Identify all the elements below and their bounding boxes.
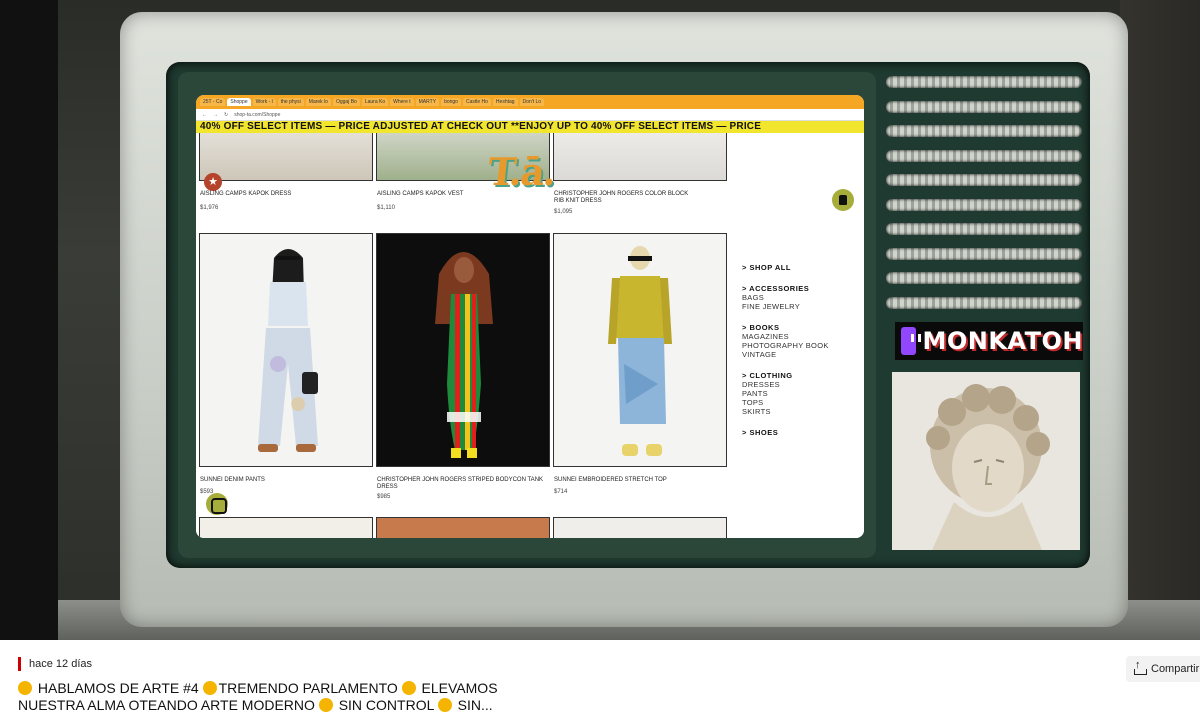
- nav-subitem[interactable]: FINE JEWELRY: [742, 302, 862, 311]
- emoji-icon: [202, 681, 217, 695]
- share-icon: [1134, 659, 1147, 675]
- product-image[interactable]: [376, 517, 550, 538]
- emoji-icon: [401, 681, 416, 695]
- product-price: $1,976: [200, 205, 219, 211]
- forward-icon[interactable]: →: [213, 112, 218, 118]
- nav-subitem[interactable]: SKIRTS: [742, 407, 862, 416]
- product-name[interactable]: AISLING CAMPS KAPOK VEST: [377, 191, 549, 198]
- browser-tab[interactable]: bongo: [441, 98, 461, 106]
- title-part: HABLAMOS DE ARTE #4: [37, 680, 199, 696]
- browser-tab[interactable]: Laura Ko: [361, 98, 389, 106]
- product-name[interactable]: AISLING CAMPS KAPOK DRESS: [200, 191, 372, 198]
- nav-shop-all[interactable]: > SHOP ALL: [742, 263, 862, 272]
- browser-tab[interactable]: Don't Lo: [519, 98, 545, 106]
- model-photo: [258, 249, 318, 452]
- browser-tab[interactable]: Heshtag: [492, 98, 518, 106]
- nav-subitem[interactable]: DRESSES: [742, 380, 862, 389]
- product-image[interactable]: [553, 517, 727, 538]
- webcam-overlay: [892, 372, 1080, 550]
- nav-subitem[interactable]: PHOTOGRAPHY BOOK: [742, 341, 862, 350]
- share-button[interactable]: Compartir: [1126, 656, 1200, 682]
- nav-accessories[interactable]: > ACCESSORIES: [742, 284, 862, 293]
- product-price: $1,110: [377, 205, 395, 211]
- product-price: $714: [554, 489, 568, 495]
- twitch-channel-banner: MONKATOH: [895, 322, 1083, 360]
- title-part: TREMENDO PARLAMENTO: [218, 680, 398, 696]
- video-player[interactable]: 25T - Co Shoppe Work - l the physi Marek…: [0, 0, 1200, 640]
- nav-clothing[interactable]: > CLOTHING: [742, 371, 862, 380]
- nav-books[interactable]: > BOOKS: [742, 323, 862, 332]
- product-name[interactable]: SUNNEI DENIM PANTS: [200, 477, 372, 484]
- promo-ticker: 40% OFF SELECT ITEMS — PRICE ADJUSTED AT…: [196, 121, 864, 133]
- background-wall: [1120, 0, 1200, 640]
- nav-subitem[interactable]: PANTS: [742, 389, 862, 398]
- reload-icon[interactable]: ↻: [224, 112, 228, 118]
- product-image[interactable]: [199, 517, 373, 538]
- model-photo: [435, 252, 493, 458]
- emoji-icon: [437, 698, 452, 712]
- video-title[interactable]: HABLAMOS DE ARTE #4 TREMENDO PARLAMENTO …: [18, 680, 558, 714]
- product-name[interactable]: SUNNEI EMBROIDERED STRETCH TOP: [554, 477, 726, 484]
- browser-tab[interactable]: Marek lo: [305, 98, 331, 106]
- nav-shoes[interactable]: > SHOES: [742, 428, 862, 437]
- nav-subitem[interactable]: MAGAZINES: [742, 332, 862, 341]
- product-price: $1,095: [554, 209, 573, 215]
- browser-window: 25T - Co Shoppe Work - l the physi Marek…: [196, 95, 864, 538]
- upload-date: hace 12 días: [29, 658, 92, 670]
- video-meta: hace 12 días: [18, 657, 92, 671]
- video-letterbox: [0, 0, 58, 640]
- twitch-icon: [901, 327, 922, 355]
- browser-address-bar: ← → ↻ shop-ta.com/Shoppe: [196, 109, 864, 121]
- nav-subitem[interactable]: BAGS: [742, 293, 862, 302]
- title-part: NUESTRA ALMA OTEANDO ARTE MODERNO: [18, 697, 315, 713]
- browser-tab[interactable]: MARTY: [415, 98, 440, 106]
- product-image[interactable]: [199, 133, 373, 181]
- accent-bar: [18, 657, 21, 671]
- title-part: SIN CONTROL: [338, 697, 434, 713]
- browser-tab[interactable]: Where t: [390, 98, 414, 106]
- shop-page: ★ T.ā. AISLING CAMPS KAPOK DRESS $1,976 …: [196, 133, 864, 538]
- product-image[interactable]: [376, 233, 550, 467]
- speaker-grille: [886, 76, 1082, 312]
- cart-icon[interactable]: [832, 189, 854, 211]
- emoji-icon: [18, 681, 32, 695]
- nav-subitem[interactable]: VINTAGE: [742, 350, 862, 359]
- channel-name: MONKATOH: [922, 327, 1083, 355]
- product-price: $985: [377, 494, 391, 500]
- model-photo: [608, 246, 672, 456]
- share-label: Compartir: [1151, 663, 1200, 675]
- site-logo[interactable]: T.ā.: [486, 149, 574, 194]
- back-icon[interactable]: ←: [202, 112, 207, 118]
- title-part: ELEVAMOS: [421, 680, 498, 696]
- browser-tab-active[interactable]: Shoppe: [227, 98, 251, 106]
- star-icon[interactable]: ★: [204, 173, 222, 191]
- product-image[interactable]: [199, 233, 373, 467]
- nav-subitem[interactable]: TOPS: [742, 398, 862, 407]
- browser-tab[interactable]: the physi: [277, 98, 304, 106]
- emoji-icon: [318, 698, 333, 712]
- statue-bust-image: [892, 372, 1080, 550]
- browser-tab[interactable]: 25T - Co: [200, 98, 226, 106]
- category-sidebar: > SHOP ALL > ACCESSORIES BAGS FINE JEWEL…: [742, 263, 862, 437]
- url-field[interactable]: shop-ta.com/Shoppe: [234, 112, 280, 118]
- browser-tab[interactable]: Oggaj Bo: [332, 98, 360, 106]
- product-name[interactable]: CHRISTOPHER JOHN ROGERS STRIPED BODYCON …: [377, 477, 547, 491]
- product-image[interactable]: [553, 133, 727, 181]
- browser-tab[interactable]: Castle Ho: [462, 98, 491, 106]
- browser-tab-strip: 25T - Co Shoppe Work - l the physi Marek…: [196, 95, 864, 109]
- product-name[interactable]: CHRISTOPHER JOHN ROGERS COLOR BLOCK RIB …: [554, 191, 694, 205]
- browser-tab[interactable]: Work - l: [252, 98, 276, 106]
- product-image[interactable]: [553, 233, 727, 467]
- instagram-icon[interactable]: [206, 493, 228, 515]
- title-part: SIN...: [457, 697, 493, 713]
